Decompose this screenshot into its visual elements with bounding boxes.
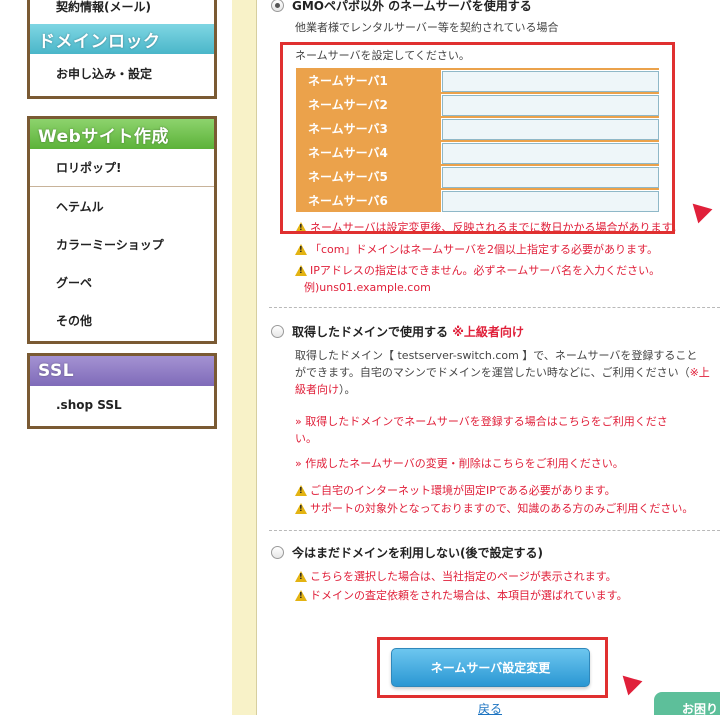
domain-lock-heading-label: ドメインロック bbox=[38, 31, 161, 52]
link-register-nameserver[interactable]: » 取得したドメインでネームサーバを登録する場合はこちらをご利用くださ い。 bbox=[295, 413, 720, 447]
divider bbox=[269, 307, 720, 308]
website-heading-label: Webサイト作成 bbox=[38, 126, 169, 147]
warning-icon bbox=[295, 502, 307, 514]
option-description: 他業者様でレンタルサーバー等を契約されている場合 bbox=[295, 21, 559, 34]
option-own-domain[interactable]: 取得したドメインで使用する ※上級者向け bbox=[271, 323, 524, 340]
option-later[interactable]: 今はまだドメインを利用しない(後で設定する) bbox=[271, 544, 543, 561]
radio-other-nameserver[interactable] bbox=[271, 0, 284, 12]
sidebar-box-website: Webサイト作成 ロリポップ! ヘテムル カラーミーショップ グーペ その他 bbox=[27, 116, 217, 344]
sidebar: 契約情報(メール) ドメインロック お申し込み・設定 Webサイト作成 ロリポッ… bbox=[0, 0, 232, 715]
back-link[interactable]: 戻る bbox=[478, 700, 502, 715]
sidebar-item-lolipop[interactable]: ロリポップ! bbox=[30, 149, 214, 187]
radio-own-domain[interactable] bbox=[271, 325, 284, 338]
divider bbox=[269, 530, 720, 531]
link-edit-nameserver[interactable]: » 作成したネームサーバの変更・削除はこちらをご利用ください。 bbox=[295, 455, 624, 472]
warning-text: こちらを選択した場合は、当社指定のページが表示されます。 bbox=[295, 568, 617, 584]
option-title: 取得したドメインで使用する ※上級者向け bbox=[292, 325, 524, 339]
warning-text: サポートの対象外となっておりますので、知識のある方のみご利用ください。 bbox=[295, 500, 693, 516]
website-heading: Webサイト作成 bbox=[30, 119, 214, 149]
sidebar-box-ssl: SSL .shop SSL bbox=[27, 353, 217, 429]
nameserver-example: 例)uns01.example.com bbox=[304, 281, 431, 294]
radio-later[interactable] bbox=[271, 546, 284, 559]
sidebar-item-label: ロリポップ! bbox=[56, 161, 122, 175]
sidebar-item-label: その他 bbox=[56, 313, 93, 328]
sidebar-item-label: 契約情報(メール) bbox=[56, 0, 151, 14]
sidebar-item-label: ヘテムル bbox=[56, 199, 104, 214]
option-other-nameserver[interactable]: GMOペパボ以外 のネームサーバを使用する bbox=[271, 0, 532, 14]
sidebar-item-heteml[interactable]: ヘテムル bbox=[30, 187, 214, 225]
option-title: 今はまだドメインを利用しない(後で設定する) bbox=[292, 546, 543, 560]
warning-icon bbox=[295, 243, 307, 255]
sidebar-item-colormeshop[interactable]: カラーミーショップ bbox=[30, 225, 214, 263]
sidebar-item-label: グーペ bbox=[56, 275, 93, 290]
sidebar-item-label: カラーミーショップ bbox=[56, 237, 164, 252]
warning-text: 「com」ドメインはネームサーバを2個以上指定する必要があります。 bbox=[295, 241, 658, 257]
sidebar-item-contract-mail[interactable]: 契約情報(メール) bbox=[30, 0, 214, 18]
domain-lock-heading: ドメインロック bbox=[30, 24, 214, 54]
divider-strip bbox=[232, 0, 256, 715]
highlight-frame-nameservers bbox=[280, 42, 675, 234]
warning-icon bbox=[295, 570, 307, 582]
warning-text: IPアドレスの指定はできません。必ずネームサーバ名を入力ください。 bbox=[295, 262, 660, 278]
option-description: 取得したドメイン【 testserver-switch.com 】で、ネームサー… bbox=[295, 349, 710, 396]
warning-icon bbox=[295, 264, 307, 276]
help-tab[interactable]: お困り bbox=[654, 692, 720, 715]
ssl-heading-label: SSL bbox=[38, 361, 75, 381]
sidebar-item-domain-lock-apply[interactable]: お申し込み・設定 bbox=[30, 54, 214, 92]
sidebar-box-contract: 契約情報(メール) ドメインロック お申し込み・設定 bbox=[27, 0, 217, 99]
sidebar-item-shop-ssl[interactable]: .shop SSL bbox=[30, 386, 214, 424]
option-title: GMOペパボ以外 のネームサーバを使用する bbox=[292, 0, 532, 13]
warning-text: ドメインの査定依頼をされた場合は、本項目が選ばれています。 bbox=[295, 587, 628, 603]
sidebar-item-label: お申し込み・設定 bbox=[56, 66, 153, 81]
main-content: GMOペパボ以外 のネームサーバを使用する 他業者様でレンタルサーバー等を契約さ… bbox=[257, 0, 720, 715]
warning-text: ご自宅のインターネット環境が固定IPである必要があります。 bbox=[295, 482, 616, 498]
annotation-arrow-icon bbox=[615, 668, 643, 696]
ssl-heading: SSL bbox=[30, 356, 214, 386]
warning-icon bbox=[295, 589, 307, 601]
warning-icon bbox=[295, 484, 307, 496]
submit-nameserver-button[interactable]: ネームサーバ設定変更 bbox=[391, 648, 590, 687]
sidebar-item-label: .shop SSL bbox=[56, 398, 122, 412]
annotation-arrow-icon bbox=[685, 196, 713, 224]
sidebar-item-other[interactable]: その他 bbox=[30, 301, 214, 339]
sidebar-item-goope[interactable]: グーペ bbox=[30, 263, 214, 301]
